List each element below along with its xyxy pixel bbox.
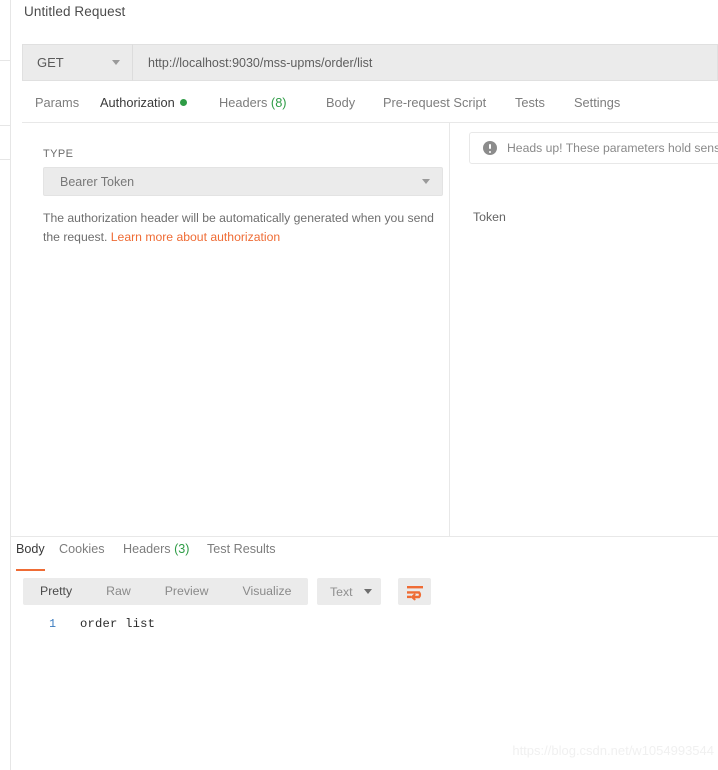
view-mode-pretty[interactable]: Pretty	[23, 578, 89, 605]
tab-settings[interactable]: Settings	[574, 95, 620, 123]
page-title: Untitled Request	[24, 4, 126, 19]
learn-more-link[interactable]: Learn more about authorization	[111, 230, 280, 244]
auth-type-value: Bearer Token	[60, 174, 135, 189]
wrap-text-button[interactable]	[398, 578, 431, 605]
postman-window: Untitled Request GET http://localhost:90…	[0, 0, 718, 770]
tab-label: Params	[35, 95, 80, 110]
authorization-config-panel: TYPE Bearer Token The authorization head…	[22, 123, 450, 536]
tab-authorization[interactable]: Authorization	[100, 95, 187, 125]
wrap-text-icon	[407, 586, 423, 601]
line-content: order list	[80, 617, 156, 631]
view-mode-raw[interactable]: Raw	[89, 578, 148, 605]
http-method-select[interactable]: GET	[22, 44, 133, 81]
chevron-down-icon	[364, 589, 372, 594]
response-tab-body[interactable]: Body	[16, 542, 45, 571]
tab-status-dot-icon	[179, 99, 187, 106]
response-tab-label: Headers	[123, 542, 171, 556]
tab-pre-request-script[interactable]: Pre-request Script	[383, 95, 486, 123]
tab-label: Settings	[574, 95, 621, 110]
heads-up-banner: Heads up! These parameters hold sensitiv…	[469, 132, 718, 164]
url-input[interactable]: http://localhost:9030/mss-upms/order/lis…	[133, 44, 718, 81]
tab-params[interactable]: Params	[35, 95, 79, 123]
sidebar-divider	[0, 125, 11, 126]
tab-label: Headers	[219, 95, 268, 110]
watermark: https://blog.csdn.net/w1054993544	[512, 743, 714, 758]
tab-body[interactable]: Body	[326, 95, 355, 123]
response-body-code[interactable]: 1 order list	[23, 617, 718, 631]
response-tab-count-badge: (3)	[170, 542, 190, 556]
chevron-down-icon	[422, 179, 430, 184]
url-value: http://localhost:9030/mss-upms/order/lis…	[148, 55, 373, 70]
info-icon	[483, 141, 497, 155]
view-mode-visualize[interactable]: Visualize	[225, 578, 308, 605]
response-pane: Body Cookies Headers (3) Test Results Prett…	[11, 536, 718, 770]
request-pane: Untitled Request GET http://localhost:90…	[11, 0, 718, 536]
response-tabs: Body Cookies Headers (3) Test Results	[11, 542, 718, 571]
heads-up-text: Heads up! These parameters hold sensitiv…	[507, 141, 718, 155]
tab-headers[interactable]: Headers (8)	[219, 95, 287, 123]
authorization-values-panel: Heads up! These parameters hold sensitiv…	[451, 123, 718, 536]
tab-tests[interactable]: Tests	[515, 95, 545, 123]
url-bar: GET http://localhost:9030/mss-upms/order…	[22, 44, 718, 81]
tab-label: Authorization	[100, 95, 175, 110]
chevron-down-icon	[112, 60, 120, 65]
http-method-label: GET	[37, 55, 64, 70]
response-tab-test-results[interactable]: Test Results	[207, 542, 276, 569]
request-tabs: Params Authorization Headers (8) Body Pre-re…	[22, 95, 718, 125]
tab-label: Pre-request Script	[383, 95, 487, 110]
response-tab-label: Body	[16, 542, 45, 556]
auth-type-label: TYPE	[43, 148, 74, 160]
auth-help-text: The authorization header will be automat…	[43, 209, 441, 247]
view-mode-preview[interactable]: Preview	[148, 578, 226, 605]
response-tab-label: Test Results	[207, 542, 276, 556]
response-view-mode-group: Pretty Raw Preview Visualize	[23, 578, 309, 605]
tab-label: Body	[326, 95, 356, 110]
auth-type-select[interactable]: Bearer Token	[43, 167, 443, 196]
sidebar-divider	[0, 60, 11, 61]
response-format-label: Text	[330, 584, 353, 599]
token-label: Token	[473, 210, 506, 224]
response-tab-label: Cookies	[59, 542, 105, 556]
tab-label: Tests	[515, 95, 545, 110]
response-tab-headers[interactable]: Headers (3)	[123, 542, 190, 569]
response-format-select[interactable]: Text	[317, 578, 381, 605]
code-line: 1 order list	[23, 617, 718, 631]
tab-count-badge: (8)	[267, 95, 287, 110]
response-tab-cookies[interactable]: Cookies	[59, 542, 105, 569]
line-number: 1	[49, 618, 56, 631]
sidebar-strip	[0, 0, 11, 770]
sidebar-divider	[0, 159, 11, 160]
